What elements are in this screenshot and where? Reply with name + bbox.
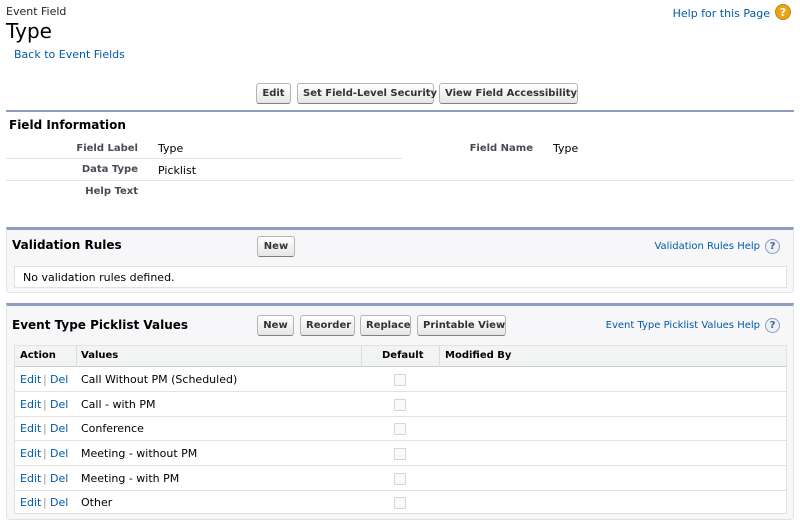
action-separator: | bbox=[43, 422, 47, 435]
del-link[interactable]: Del bbox=[50, 373, 68, 386]
validation-rules-table: No validation rules defined. bbox=[14, 266, 787, 288]
picklist-value: Call Without PM (Scheduled) bbox=[81, 373, 238, 386]
replace-button[interactable]: Replace bbox=[360, 315, 411, 336]
picklist-value: Meeting - without PM bbox=[81, 447, 198, 460]
row-divider bbox=[15, 465, 786, 466]
picklist-values-table: Action Values Default Modified By Edit |… bbox=[14, 345, 787, 514]
picklist-value: Conference bbox=[81, 422, 144, 435]
help-for-this-page-link[interactable]: Help for this Page bbox=[673, 7, 770, 20]
picklist-values-title: Event Type Picklist Values bbox=[12, 318, 189, 332]
picklist-values-help-icon[interactable]: ? bbox=[765, 318, 780, 333]
action-separator: | bbox=[43, 496, 47, 509]
default-checkbox bbox=[394, 497, 406, 509]
picklist-values-help-link[interactable]: Event Type Picklist Values Help bbox=[606, 320, 760, 331]
back-to-event-fields-link[interactable]: Back to Event Fields bbox=[14, 48, 125, 61]
action-column-header: Action bbox=[20, 350, 56, 361]
field-label-value: Type bbox=[158, 142, 184, 155]
column-divider bbox=[76, 346, 77, 367]
del-link[interactable]: Del bbox=[50, 496, 68, 509]
edit-link[interactable]: Edit bbox=[20, 422, 41, 435]
view-field-accessibility-button[interactable]: View Field Accessibility bbox=[439, 83, 578, 104]
new-validation-rule-button[interactable]: New bbox=[257, 236, 295, 257]
validation-rules-help-link[interactable]: Validation Rules Help bbox=[654, 241, 760, 252]
validation-rules-section: Validation Rules New Validation Rules He… bbox=[6, 227, 794, 293]
edit-link[interactable]: Edit bbox=[20, 496, 41, 509]
help-question-icon[interactable]: ? bbox=[775, 4, 791, 20]
row-divider bbox=[15, 490, 786, 491]
picklist-value: Call - with PM bbox=[81, 398, 156, 411]
field-label-label: Field Label bbox=[76, 143, 138, 154]
row-divider bbox=[15, 416, 786, 417]
picklist-values-section: Event Type Picklist Values New Reorder R… bbox=[6, 303, 794, 520]
printable-view-button[interactable]: Printable View bbox=[417, 315, 506, 336]
field-information-title: Field Information bbox=[9, 118, 126, 132]
new-picklist-value-button[interactable]: New bbox=[257, 315, 294, 336]
action-separator: | bbox=[43, 398, 47, 411]
validation-rules-help-icon[interactable]: ? bbox=[765, 239, 780, 254]
set-field-level-security-button[interactable]: Set Field-Level Security bbox=[297, 83, 437, 104]
column-divider bbox=[361, 346, 362, 367]
default-column-header: Default bbox=[382, 350, 424, 361]
picklist-value: Other bbox=[81, 496, 113, 509]
field-info-row-divider bbox=[6, 158, 402, 159]
no-validation-rules-text: No validation rules defined. bbox=[23, 271, 175, 284]
default-checkbox bbox=[394, 423, 406, 435]
action-separator: | bbox=[43, 472, 47, 485]
field-info-row-divider bbox=[6, 180, 794, 181]
data-type-value: Picklist bbox=[158, 164, 197, 177]
reorder-button[interactable]: Reorder bbox=[300, 315, 355, 336]
default-checkbox bbox=[394, 473, 406, 485]
help-text-label: Help Text bbox=[85, 186, 138, 197]
del-link[interactable]: Del bbox=[50, 422, 68, 435]
del-link[interactable]: Del bbox=[50, 398, 68, 411]
object-type-label: Event Field bbox=[6, 5, 67, 18]
del-link[interactable]: Del bbox=[50, 447, 68, 460]
default-checkbox bbox=[394, 448, 406, 460]
row-divider bbox=[15, 440, 786, 441]
picklist-value: Meeting - with PM bbox=[81, 472, 180, 485]
table-header-row: Action Values Default Modified By bbox=[15, 346, 786, 367]
field-name-label: Field Name bbox=[469, 143, 533, 154]
edit-link[interactable]: Edit bbox=[20, 472, 41, 485]
default-checkbox bbox=[394, 399, 406, 411]
default-checkbox bbox=[394, 374, 406, 386]
page-title: Type bbox=[6, 19, 52, 43]
action-separator: | bbox=[43, 373, 47, 386]
column-divider bbox=[439, 346, 440, 367]
edit-link[interactable]: Edit bbox=[20, 398, 41, 411]
edit-link[interactable]: Edit bbox=[20, 447, 41, 460]
del-link[interactable]: Del bbox=[50, 472, 68, 485]
modified-by-column-header: Modified By bbox=[445, 350, 512, 361]
row-divider bbox=[15, 391, 786, 392]
field-info-divider bbox=[6, 110, 794, 112]
edit-link[interactable]: Edit bbox=[20, 373, 41, 386]
data-type-label: Data Type bbox=[81, 164, 138, 175]
action-separator: | bbox=[43, 447, 47, 460]
validation-rules-title: Validation Rules bbox=[12, 238, 122, 252]
edit-button[interactable]: Edit bbox=[256, 83, 291, 104]
field-name-value: Type bbox=[553, 142, 579, 155]
values-column-header: Values bbox=[81, 350, 119, 361]
